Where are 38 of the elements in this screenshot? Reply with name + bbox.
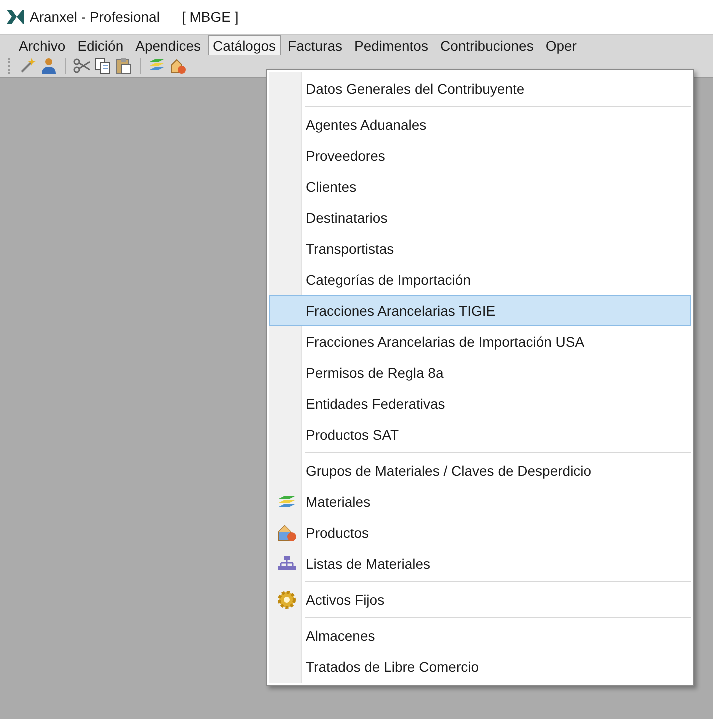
menu-item[interactable]: Grupos de Materiales / Claves de Desperdicio	[269, 455, 691, 486]
window-title: Aranxel - Profesional	[30, 9, 160, 25]
menu-item[interactable]: Contribuciones	[435, 35, 539, 55]
hierarchy-icon	[277, 554, 297, 572]
gear-icon	[277, 590, 297, 610]
scissors-icon	[73, 57, 91, 75]
menu-item[interactable]: Transportistas	[269, 233, 691, 264]
menu-item[interactable]: Permisos de Regla 8a	[269, 357, 691, 388]
menu-item[interactable]: Apendices	[130, 35, 206, 55]
menu-item[interactable]: Destinatarios	[269, 202, 691, 233]
menu-item[interactable]: Proveedores	[269, 140, 691, 171]
menu-item[interactable]: Productos	[269, 517, 691, 548]
menu-item[interactable]: Fracciones Arancelarias TIGIE	[269, 295, 691, 326]
menu-item[interactable]: Pedimentos	[350, 35, 434, 55]
menu-item[interactable]: Materiales	[269, 486, 691, 517]
wand-icon	[19, 57, 37, 75]
menu-item[interactable]: Activos Fijos	[269, 584, 691, 615]
menu-item[interactable]: Archivo	[14, 35, 71, 55]
menu-item[interactable]: Facturas	[283, 35, 348, 55]
menu-item[interactable]: Entidades Federativas	[269, 388, 691, 419]
company-code: [ MBGE ]	[182, 9, 239, 25]
app-logo-icon	[6, 9, 24, 25]
menu-item[interactable]: Categorías de Importación	[269, 264, 691, 295]
menu-item[interactable]: Fracciones Arancelarias de Importación USA	[269, 326, 691, 357]
boxes-icon	[169, 57, 187, 75]
menu-item[interactable]: Datos Generales del Contribuyente	[269, 73, 691, 104]
menu-item[interactable]: Almacenes	[269, 620, 691, 651]
menu-item[interactable]: Productos SAT	[269, 419, 691, 450]
menu-item[interactable]: Oper	[540, 35, 582, 55]
menu-item[interactable]: Catálogos	[208, 35, 282, 55]
menu-item[interactable]: Listas de Materiales	[269, 548, 691, 579]
boxes-icon	[277, 524, 297, 542]
menu-item[interactable]: Clientes	[269, 171, 691, 202]
user-icon	[40, 57, 58, 75]
menu-item[interactable]: Edición	[72, 35, 129, 55]
copy-icon	[94, 57, 112, 75]
menu-item[interactable]: Tratados de Libre Comercio	[269, 651, 691, 682]
menu-item[interactable]: Agentes Aduanales	[269, 109, 691, 140]
